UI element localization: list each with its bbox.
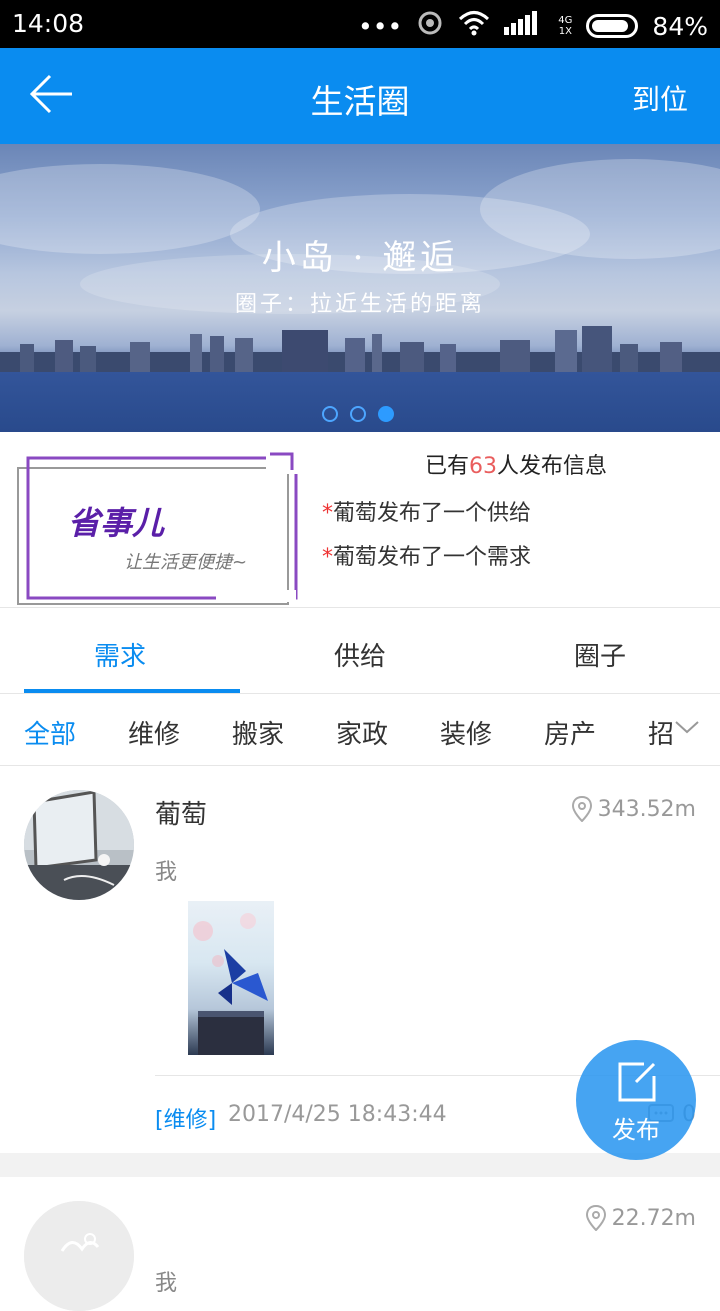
publish-stat: 已有63人发布信息 — [425, 454, 608, 479]
category-tabs: 需求 供给 圈子 — [0, 608, 720, 694]
filter-repair[interactable]: 维修 — [128, 714, 180, 751]
signal-icon — [504, 11, 544, 41]
filter-moving[interactable]: 搬家 — [232, 714, 284, 751]
status-icons: ••• 4G 1X 84% — [358, 9, 708, 43]
post-distance: 22.72m — [585, 1205, 696, 1231]
filter-housekeeping[interactable]: 家政 — [336, 714, 388, 751]
network-type: 4G 1X — [558, 15, 573, 37]
wifi-icon — [458, 10, 490, 42]
hotspot-icon — [416, 9, 444, 43]
battery-icon — [586, 14, 639, 38]
brand-card[interactable]: 省事儿 让生活更便捷~ — [16, 448, 298, 624]
location-pin-icon — [585, 1205, 606, 1231]
publish-fab[interactable]: 发布 — [576, 1040, 696, 1160]
publish-label: 发布 — [612, 1116, 660, 1144]
edit-icon — [618, 1062, 656, 1102]
sea-water — [0, 372, 720, 432]
city-skyline-image — [0, 326, 720, 374]
avatar[interactable] — [24, 1201, 134, 1311]
banner-title: 小岛 · 邂逅 — [261, 238, 459, 278]
tab-supply[interactable]: 供给 — [240, 608, 480, 693]
carousel-dot-active[interactable] — [378, 406, 394, 422]
brand-name: 省事儿 — [68, 504, 165, 542]
location-pin-icon — [571, 796, 592, 822]
publish-count: 63 — [469, 454, 498, 479]
status-bar: 14:08 ••• 4G 1X 84% — [0, 0, 720, 48]
carousel-indicator — [322, 406, 394, 422]
filter-realestate[interactable]: 房产 — [544, 714, 596, 751]
status-time: 14:08 — [12, 9, 85, 38]
banner-subtitle: 圈子：拉近生活的距离 — [234, 292, 485, 317]
post-author: 葡萄 — [155, 800, 208, 830]
activity-item: *葡萄发布了一个供给 — [322, 501, 532, 526]
more-dots-icon: ••• — [358, 11, 403, 41]
post-content: 我 — [155, 1271, 178, 1296]
post-image[interactable] — [188, 901, 274, 1055]
avatar[interactable] — [24, 790, 134, 900]
list-separator — [0, 1153, 720, 1177]
filter-bar: 全部 维修 搬家 家政 装修 房产 招 — [0, 694, 720, 766]
post-category-tag[interactable]: [维修] — [155, 1102, 216, 1134]
post-distance: 343.52m — [571, 796, 696, 822]
post-card[interactable]: 22.72m 我 — [0, 1177, 720, 1311]
carousel-dot[interactable] — [322, 406, 338, 422]
carousel-dot[interactable] — [350, 406, 366, 422]
chevron-down-icon[interactable] — [672, 712, 702, 742]
banner-carousel[interactable]: 小岛 · 邂逅 圈子：拉近生活的距离 — [0, 144, 720, 432]
brand-slogan: 让生活更便捷~ — [124, 552, 248, 573]
activity-item: *葡萄发布了一个需求 — [322, 545, 532, 570]
tab-circle[interactable]: 圈子 — [480, 608, 720, 693]
filter-all[interactable]: 全部 — [24, 714, 76, 751]
arrive-button[interactable]: 到位 — [632, 78, 688, 118]
page-title: 生活圈 — [310, 82, 410, 121]
filter-decoration[interactable]: 装修 — [440, 714, 492, 751]
battery-level: 84% — [652, 11, 708, 41]
promo-section: 省事儿 让生活更便捷~ 已有63人发布信息 *葡萄发布了一个供给 *葡萄发布了一… — [0, 432, 720, 608]
post-time: 2017/4/25 18:43:44 — [228, 1102, 447, 1127]
filter-recruit[interactable]: 招 — [648, 714, 674, 751]
tab-demand[interactable]: 需求 — [0, 608, 240, 693]
app-bar: 生活圈 到位 — [0, 48, 720, 144]
post-content: 我 — [155, 860, 178, 885]
